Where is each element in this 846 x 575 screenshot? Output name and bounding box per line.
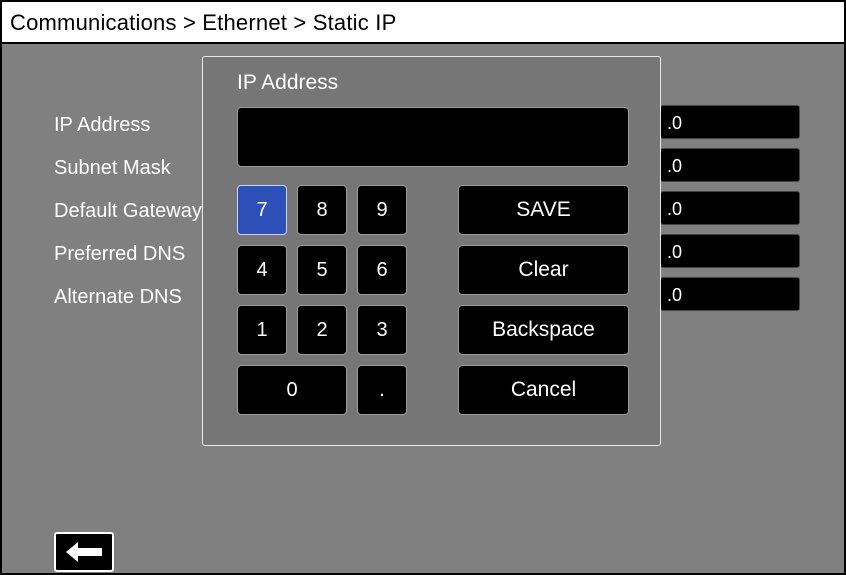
breadcrumb-header: Communications > Ethernet > Static IP bbox=[2, 2, 844, 44]
subnet-mask-label: Subnet Mask bbox=[54, 157, 171, 179]
cancel-button[interactable]: Cancel bbox=[458, 365, 629, 415]
default-gateway-label: Default Gateway bbox=[54, 200, 202, 222]
alternate-dns-label: Alternate DNS bbox=[54, 286, 182, 308]
alternate-dns-value: .0 bbox=[667, 285, 683, 305]
backspace-button[interactable]: Backspace bbox=[458, 305, 629, 355]
preferred-dns-value: .0 bbox=[667, 242, 683, 262]
static-ip-screen: Communications > Ethernet > Static IP IP… bbox=[0, 0, 846, 575]
ip-entry-display[interactable] bbox=[237, 107, 629, 167]
ip-address-label: IP Address bbox=[54, 114, 151, 136]
key-1-button[interactable]: 1 bbox=[237, 305, 287, 355]
arrow-left-icon bbox=[66, 542, 102, 562]
key-2-button[interactable]: 2 bbox=[297, 305, 347, 355]
key-3-button[interactable]: 3 bbox=[357, 305, 407, 355]
key-dot-button[interactable]: . bbox=[357, 365, 407, 415]
subnet-mask-value: .0 bbox=[667, 156, 683, 176]
key-6-button[interactable]: 6 bbox=[357, 245, 407, 295]
clear-button[interactable]: Clear bbox=[458, 245, 629, 295]
key-5-button[interactable]: 5 bbox=[297, 245, 347, 295]
save-button[interactable]: SAVE bbox=[458, 185, 629, 235]
preferred-dns-label: Preferred DNS bbox=[54, 243, 186, 265]
ip-keypad-dialog: IP Address 7 8 9 4 5 6 1 2 3 0 . SAVE Cl… bbox=[202, 56, 661, 446]
dialog-title: IP Address bbox=[237, 71, 339, 94]
breadcrumb: Communications > Ethernet > Static IP bbox=[10, 10, 397, 35]
default-gateway-value: .0 bbox=[667, 199, 683, 219]
alternate-dns-field[interactable]: .0 bbox=[660, 277, 800, 311]
ip-address-field[interactable]: .0 bbox=[660, 105, 800, 139]
key-4-button[interactable]: 4 bbox=[237, 245, 287, 295]
back-button[interactable] bbox=[54, 532, 114, 572]
key-7-button[interactable]: 7 bbox=[237, 185, 287, 235]
ip-address-value: .0 bbox=[667, 113, 683, 133]
subnet-mask-field[interactable]: .0 bbox=[660, 148, 800, 182]
key-0-button[interactable]: 0 bbox=[237, 365, 347, 415]
default-gateway-field[interactable]: .0 bbox=[660, 191, 800, 225]
key-9-button[interactable]: 9 bbox=[357, 185, 407, 235]
key-8-button[interactable]: 8 bbox=[297, 185, 347, 235]
preferred-dns-field[interactable]: .0 bbox=[660, 234, 800, 268]
